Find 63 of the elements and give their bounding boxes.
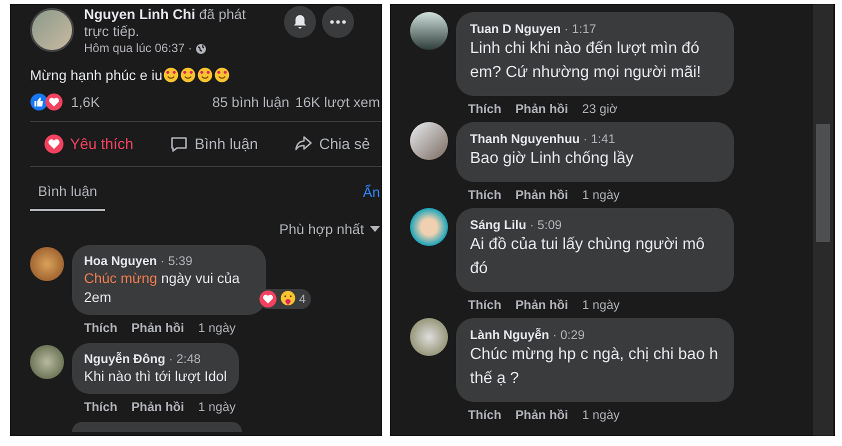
comment-text: Chúc mừng ngày vui của 2em [84,269,241,307]
avatar[interactable] [410,208,448,246]
like-link[interactable]: Thích [468,102,502,116]
thumbs-up-icon [30,93,48,111]
hide-link[interactable]: Ẩn [362,184,380,200]
globe-icon [195,42,208,54]
notification-button[interactable] [284,6,316,38]
avatar[interactable] [30,247,64,281]
reply-link[interactable]: Phản hồi [131,400,184,414]
comment-author: Nguyễn Đông · 2:48 [84,351,202,367]
comments-tab[interactable]: Bình luận [30,173,106,211]
post-time[interactable]: Hôm qua lúc 06:37 · [84,40,192,57]
comment-age: 1 ngày [582,298,620,312]
comment-author: Sáng Lilu · 5:09 [470,217,563,233]
smiling-face-hearts-icon [214,67,230,83]
comment-age: 1 ngày [582,188,620,202]
comment-age: 1 ngày [582,408,620,422]
reply-link[interactable]: Phản hồi [515,408,568,422]
comment-author: Thanh Nguyenhuu · 1:41 [470,131,616,147]
comment-age: 23 giờ [582,102,618,116]
like-link[interactable]: Thích [84,400,118,414]
more-icon [330,20,346,24]
comment-text: Linh chi khi nào đến lượt mìn đó em? Cứ nhường mọi người mãi! [470,39,702,83]
post-header-text: Nguyen Linh Chi đã phát trực tiếp. [84,6,247,40]
more-button[interactable] [322,6,354,38]
post-text: Mừng hạnh phúc e iu [30,67,162,83]
reaction-summary[interactable]: 4 [258,289,311,309]
like-link[interactable]: Thích [468,298,502,312]
avatar[interactable] [30,8,74,52]
comment-text: Bao giờ Linh chống lầy [470,149,634,169]
smiling-face-hearts-icon [197,67,214,83]
scrollbar[interactable] [813,4,833,436]
comment-button[interactable]: Bình luận [166,132,260,156]
like-button[interactable]: Yêu thích [42,132,136,156]
share-button[interactable]: Chia sẻ [291,132,372,156]
reply-link[interactable]: Phản hồi [131,321,184,335]
view-count: 16K lượt xem [295,94,380,110]
caret-icon [370,226,380,232]
comment-count[interactable]: 85 bình luận [212,94,290,110]
like-link[interactable]: Thích [468,188,502,202]
bell-icon [292,14,308,30]
comment-text: Khi nào thì tới lượt Idol [84,367,227,386]
comment-text: Ai đồ của tui lấy chùng người mô đó [470,235,706,279]
avatar[interactable] [410,12,448,50]
comment-age: 1 ngày [198,400,236,414]
comment-age: 1 ngày [198,321,236,335]
reply-link[interactable]: Phản hồi [515,188,568,202]
like-link[interactable]: Thích [468,408,502,422]
comment-text: Chúc mừng hp c ngà, chị chi bao h thế ạ ? [470,345,720,389]
comment-author: Tuan D Nguyen · 1:17 [470,21,598,37]
avatar[interactable] [30,345,64,379]
avatar[interactable] [410,122,448,160]
speech-bubble-icon [168,134,189,154]
comment-author: Hoa Nguyen · 5:39 [84,253,194,269]
sort-dropdown[interactable]: Phù hợp nhất [279,221,380,237]
comment-author: Lành Nguyễn · 0:29 [470,327,586,343]
smiling-face-hearts-icon [180,67,196,83]
reaction-count[interactable]: 1,6K [71,94,100,110]
reply-link[interactable]: Phản hồi [515,102,568,116]
avatar[interactable] [410,318,448,356]
smiling-face-hearts-icon [163,67,180,83]
reply-link[interactable]: Phản hồi [515,298,568,312]
like-link[interactable]: Thích [84,321,118,335]
